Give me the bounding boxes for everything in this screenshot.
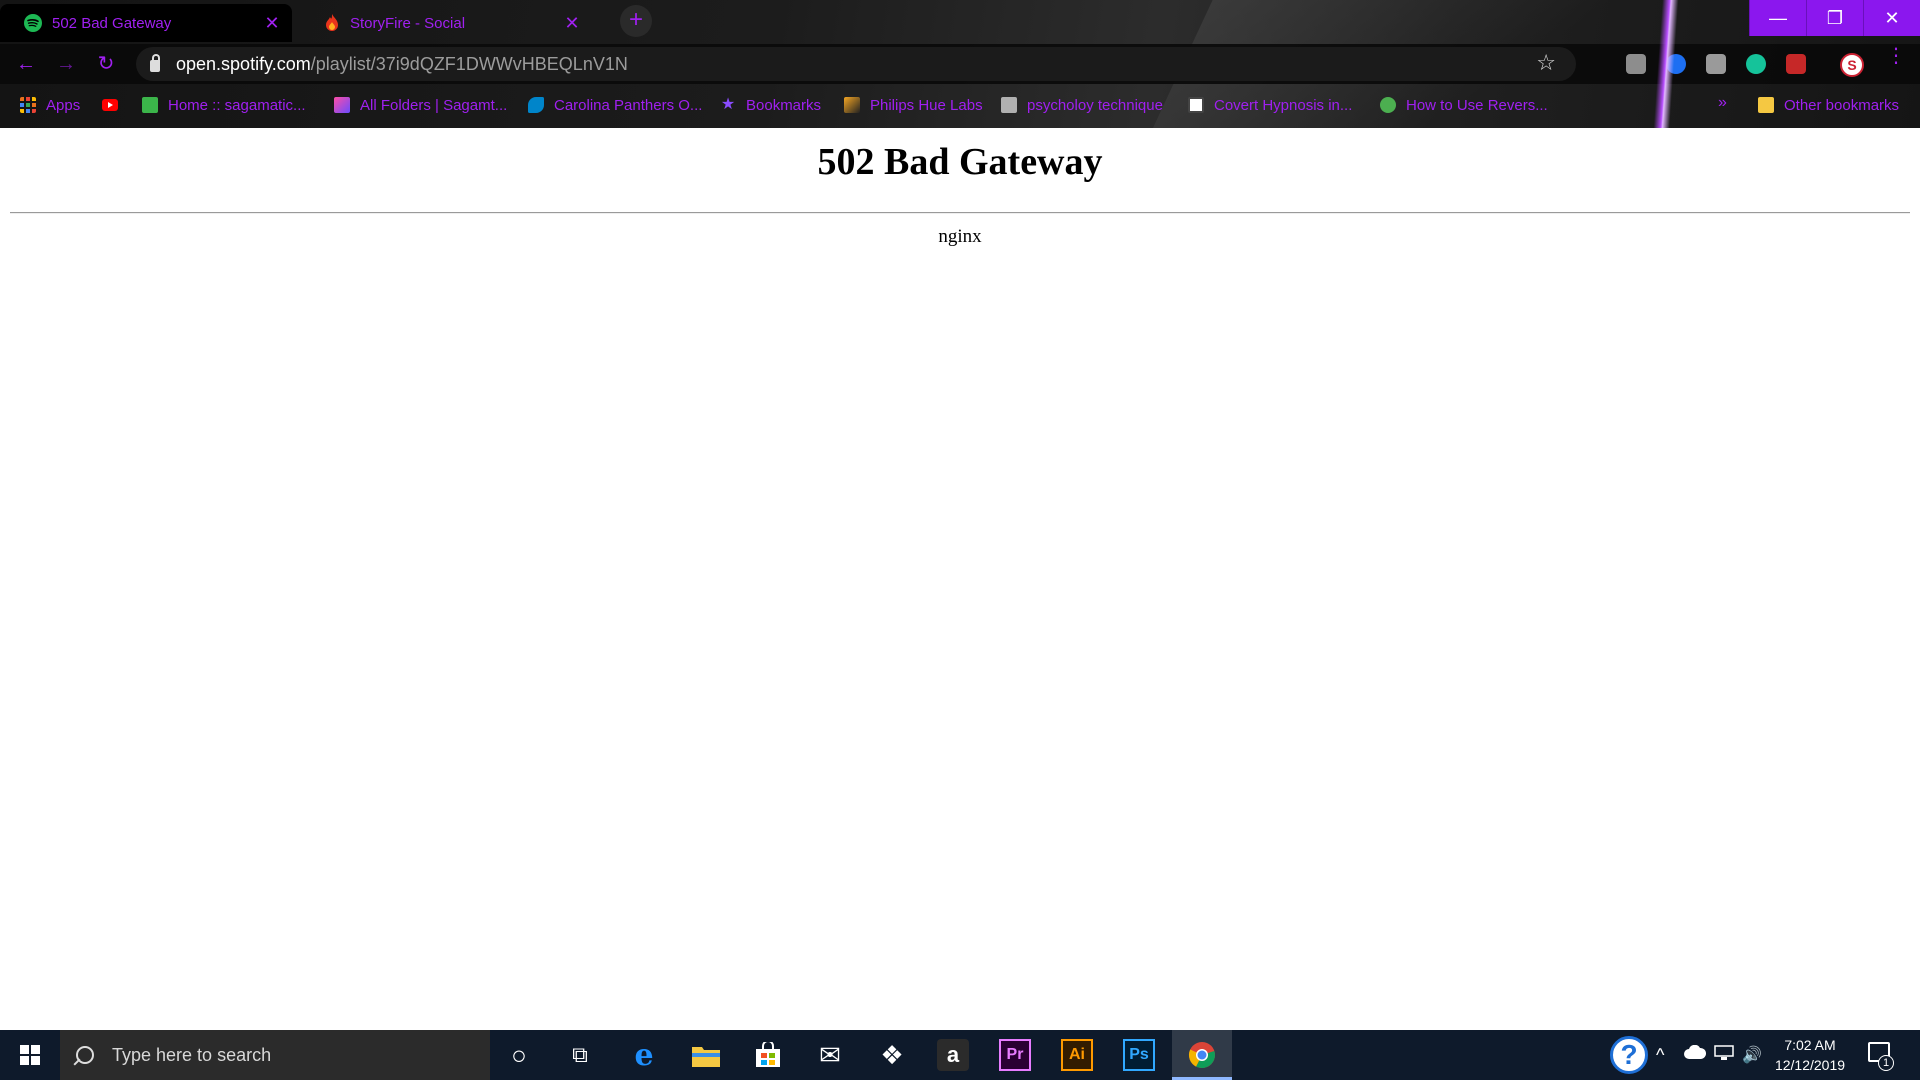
start-button[interactable]	[0, 1030, 60, 1080]
photoshop-icon[interactable]: Ps	[1123, 1039, 1155, 1071]
bookmark-label: psycholoy technique	[1027, 96, 1163, 114]
clock-date: 12/12/2019	[1774, 1057, 1846, 1073]
amazon-icon[interactable]: a	[937, 1039, 969, 1071]
notification-count-badge: 1	[1878, 1055, 1894, 1071]
tab-502-bad-gateway[interactable]: 502 Bad Gateway ✕	[0, 4, 292, 42]
tab-title: StoryFire - Social	[350, 14, 466, 32]
bookmark-bookmarks-folder[interactable]: ★ Bookmarks	[720, 94, 821, 116]
bookmark-label: All Folders | Sagamt...	[360, 96, 508, 114]
tab-storyfire-social[interactable]: StoryFire - Social ✕	[300, 4, 592, 42]
volume-icon[interactable]: 🔊	[1742, 1045, 1762, 1065]
page-content: 502 Bad Gateway nginx	[0, 128, 1920, 1030]
clock-time: 7:02 AM	[1784, 1037, 1836, 1053]
io9-icon	[1001, 97, 1017, 113]
close-tab-icon[interactable]: ✕	[562, 13, 582, 34]
bookmark-label: Bookmarks	[746, 96, 822, 114]
bookmark-label: Other bookmarks	[1784, 96, 1900, 114]
lock-icon	[150, 54, 160, 72]
bookmark-philips-hue[interactable]: Philips Hue Labs	[844, 94, 983, 116]
premiere-icon[interactable]: Pr	[999, 1039, 1031, 1071]
extension-reader-icon[interactable]	[1706, 54, 1726, 74]
bookmark-covert-hypnosis[interactable]: Covert Hypnosis in...	[1188, 94, 1352, 116]
store-icon[interactable]	[752, 1039, 784, 1071]
extension-tab-icon[interactable]	[1626, 54, 1646, 74]
bookmark-apps[interactable]: Apps	[20, 94, 80, 116]
chrome-icon[interactable]	[1186, 1039, 1218, 1071]
divider	[10, 212, 1910, 214]
bookmark-how-to-use-reverse[interactable]: How to Use Revers...	[1380, 94, 1548, 116]
browser-menu-icon[interactable]: ⋮	[1886, 46, 1906, 66]
close-tab-icon[interactable]: ✕	[262, 13, 282, 34]
forward-button[interactable]: →	[52, 50, 80, 78]
tray-chevron-icon[interactable]: ^	[1656, 1045, 1664, 1066]
taskbar-search[interactable]: Type here to search	[60, 1030, 490, 1080]
close-window-button[interactable]: ✕	[1863, 0, 1920, 36]
browser-chrome: 502 Bad Gateway ✕ StoryFire - Social ✕ +…	[0, 0, 1920, 128]
bookmark-psycholoy-technique[interactable]: psycholoy technique	[1001, 94, 1163, 116]
tab-strip: 502 Bad Gateway ✕ StoryFire - Social ✕ +…	[0, 0, 1920, 42]
mail-icon[interactable]: ✉	[814, 1039, 846, 1071]
system-clock[interactable]: 7:02 AM 12/12/2019	[1770, 1035, 1850, 1075]
search-icon	[76, 1046, 94, 1064]
bookmarks-bar: Apps Home :: sagamatic... All Folders | …	[0, 90, 1920, 120]
bookmark-star-icon[interactable]: ☆	[1536, 50, 1556, 76]
edge-icon[interactable]: e	[628, 1038, 660, 1073]
bookmark-youtube[interactable]	[102, 94, 128, 116]
url-host: open.spotify.com	[176, 53, 311, 74]
folder-icon	[1758, 97, 1774, 113]
tab-title: 502 Bad Gateway	[52, 14, 172, 32]
hue-icon	[844, 97, 860, 113]
server-name: nginx	[938, 226, 982, 247]
cortana-icon[interactable]: ○	[503, 1039, 535, 1071]
help-icon[interactable]: ?	[1610, 1036, 1648, 1074]
file-explorer-icon[interactable]	[690, 1039, 722, 1071]
bookmark-label: Apps	[46, 96, 81, 114]
star-icon: ★	[720, 96, 736, 113]
taskbar: Type here to search ○ ⧉ e ✉ ❖ a Pr Ai Ps…	[0, 1030, 1920, 1080]
bookmark-label: Carolina Panthers O...	[554, 96, 703, 114]
youtube-icon	[102, 99, 118, 111]
extension-chart-icon[interactable]	[1786, 54, 1806, 74]
bookmark-label: Home :: sagamatic...	[168, 96, 306, 114]
address-bar[interactable]: open.spotify.com /playlist/37i9dQZF1DWWv…	[136, 47, 1576, 81]
network-icon[interactable]	[1714, 1045, 1734, 1066]
more-bookmarks-icon[interactable]: »	[1718, 94, 1727, 112]
grammarly-icon[interactable]	[1746, 54, 1766, 74]
profile-avatar[interactable]: S	[1840, 53, 1864, 77]
folder-app-icon	[334, 97, 350, 113]
windows-logo-icon	[20, 1045, 40, 1065]
panther-icon	[528, 97, 544, 113]
bookmark-all-folders[interactable]: All Folders | Sagamt...	[334, 94, 507, 116]
minimize-button[interactable]: —	[1749, 0, 1806, 36]
task-view-icon[interactable]: ⧉	[564, 1039, 596, 1071]
site-icon	[1380, 97, 1396, 113]
bookmark-home-sagamatic[interactable]: Home :: sagamatic...	[142, 94, 306, 116]
browser-toolbar: ← → ↻ open.spotify.com /playlist/37i9dQZ…	[0, 44, 1920, 84]
new-tab-button[interactable]: +	[620, 5, 652, 37]
bookmark-label: Philips Hue Labs	[870, 96, 983, 114]
bookmark-label: How to Use Revers...	[1406, 96, 1548, 114]
flame-icon	[326, 14, 338, 31]
url-path: /playlist/37i9dQZF1DWWvHBEQLnV1N	[310, 53, 628, 74]
apps-grid-icon	[20, 97, 36, 113]
window-controls: — ❐ ✕	[1749, 0, 1920, 36]
search-placeholder: Type here to search	[112, 1044, 272, 1065]
extension-bookmark-icon[interactable]	[1666, 54, 1686, 74]
page-title: 502 Bad Gateway	[817, 141, 1103, 183]
bookmark-carolina-panthers[interactable]: Carolina Panthers O...	[528, 94, 702, 116]
hypnosis-icon	[1188, 97, 1204, 113]
bookmark-label: Covert Hypnosis in...	[1214, 96, 1353, 114]
illustrator-icon[interactable]: Ai	[1061, 1039, 1093, 1071]
dropbox-icon[interactable]: ❖	[876, 1039, 908, 1071]
bookmark-other-bookmarks[interactable]: Other bookmarks	[1758, 94, 1899, 116]
home-doc-icon	[142, 97, 158, 113]
reload-button[interactable]: ↻	[92, 50, 120, 78]
spotify-icon	[24, 14, 42, 32]
restore-button[interactable]: ❐	[1806, 0, 1863, 36]
back-button[interactable]: ←	[12, 50, 40, 78]
onedrive-icon[interactable]	[1684, 1044, 1707, 1064]
